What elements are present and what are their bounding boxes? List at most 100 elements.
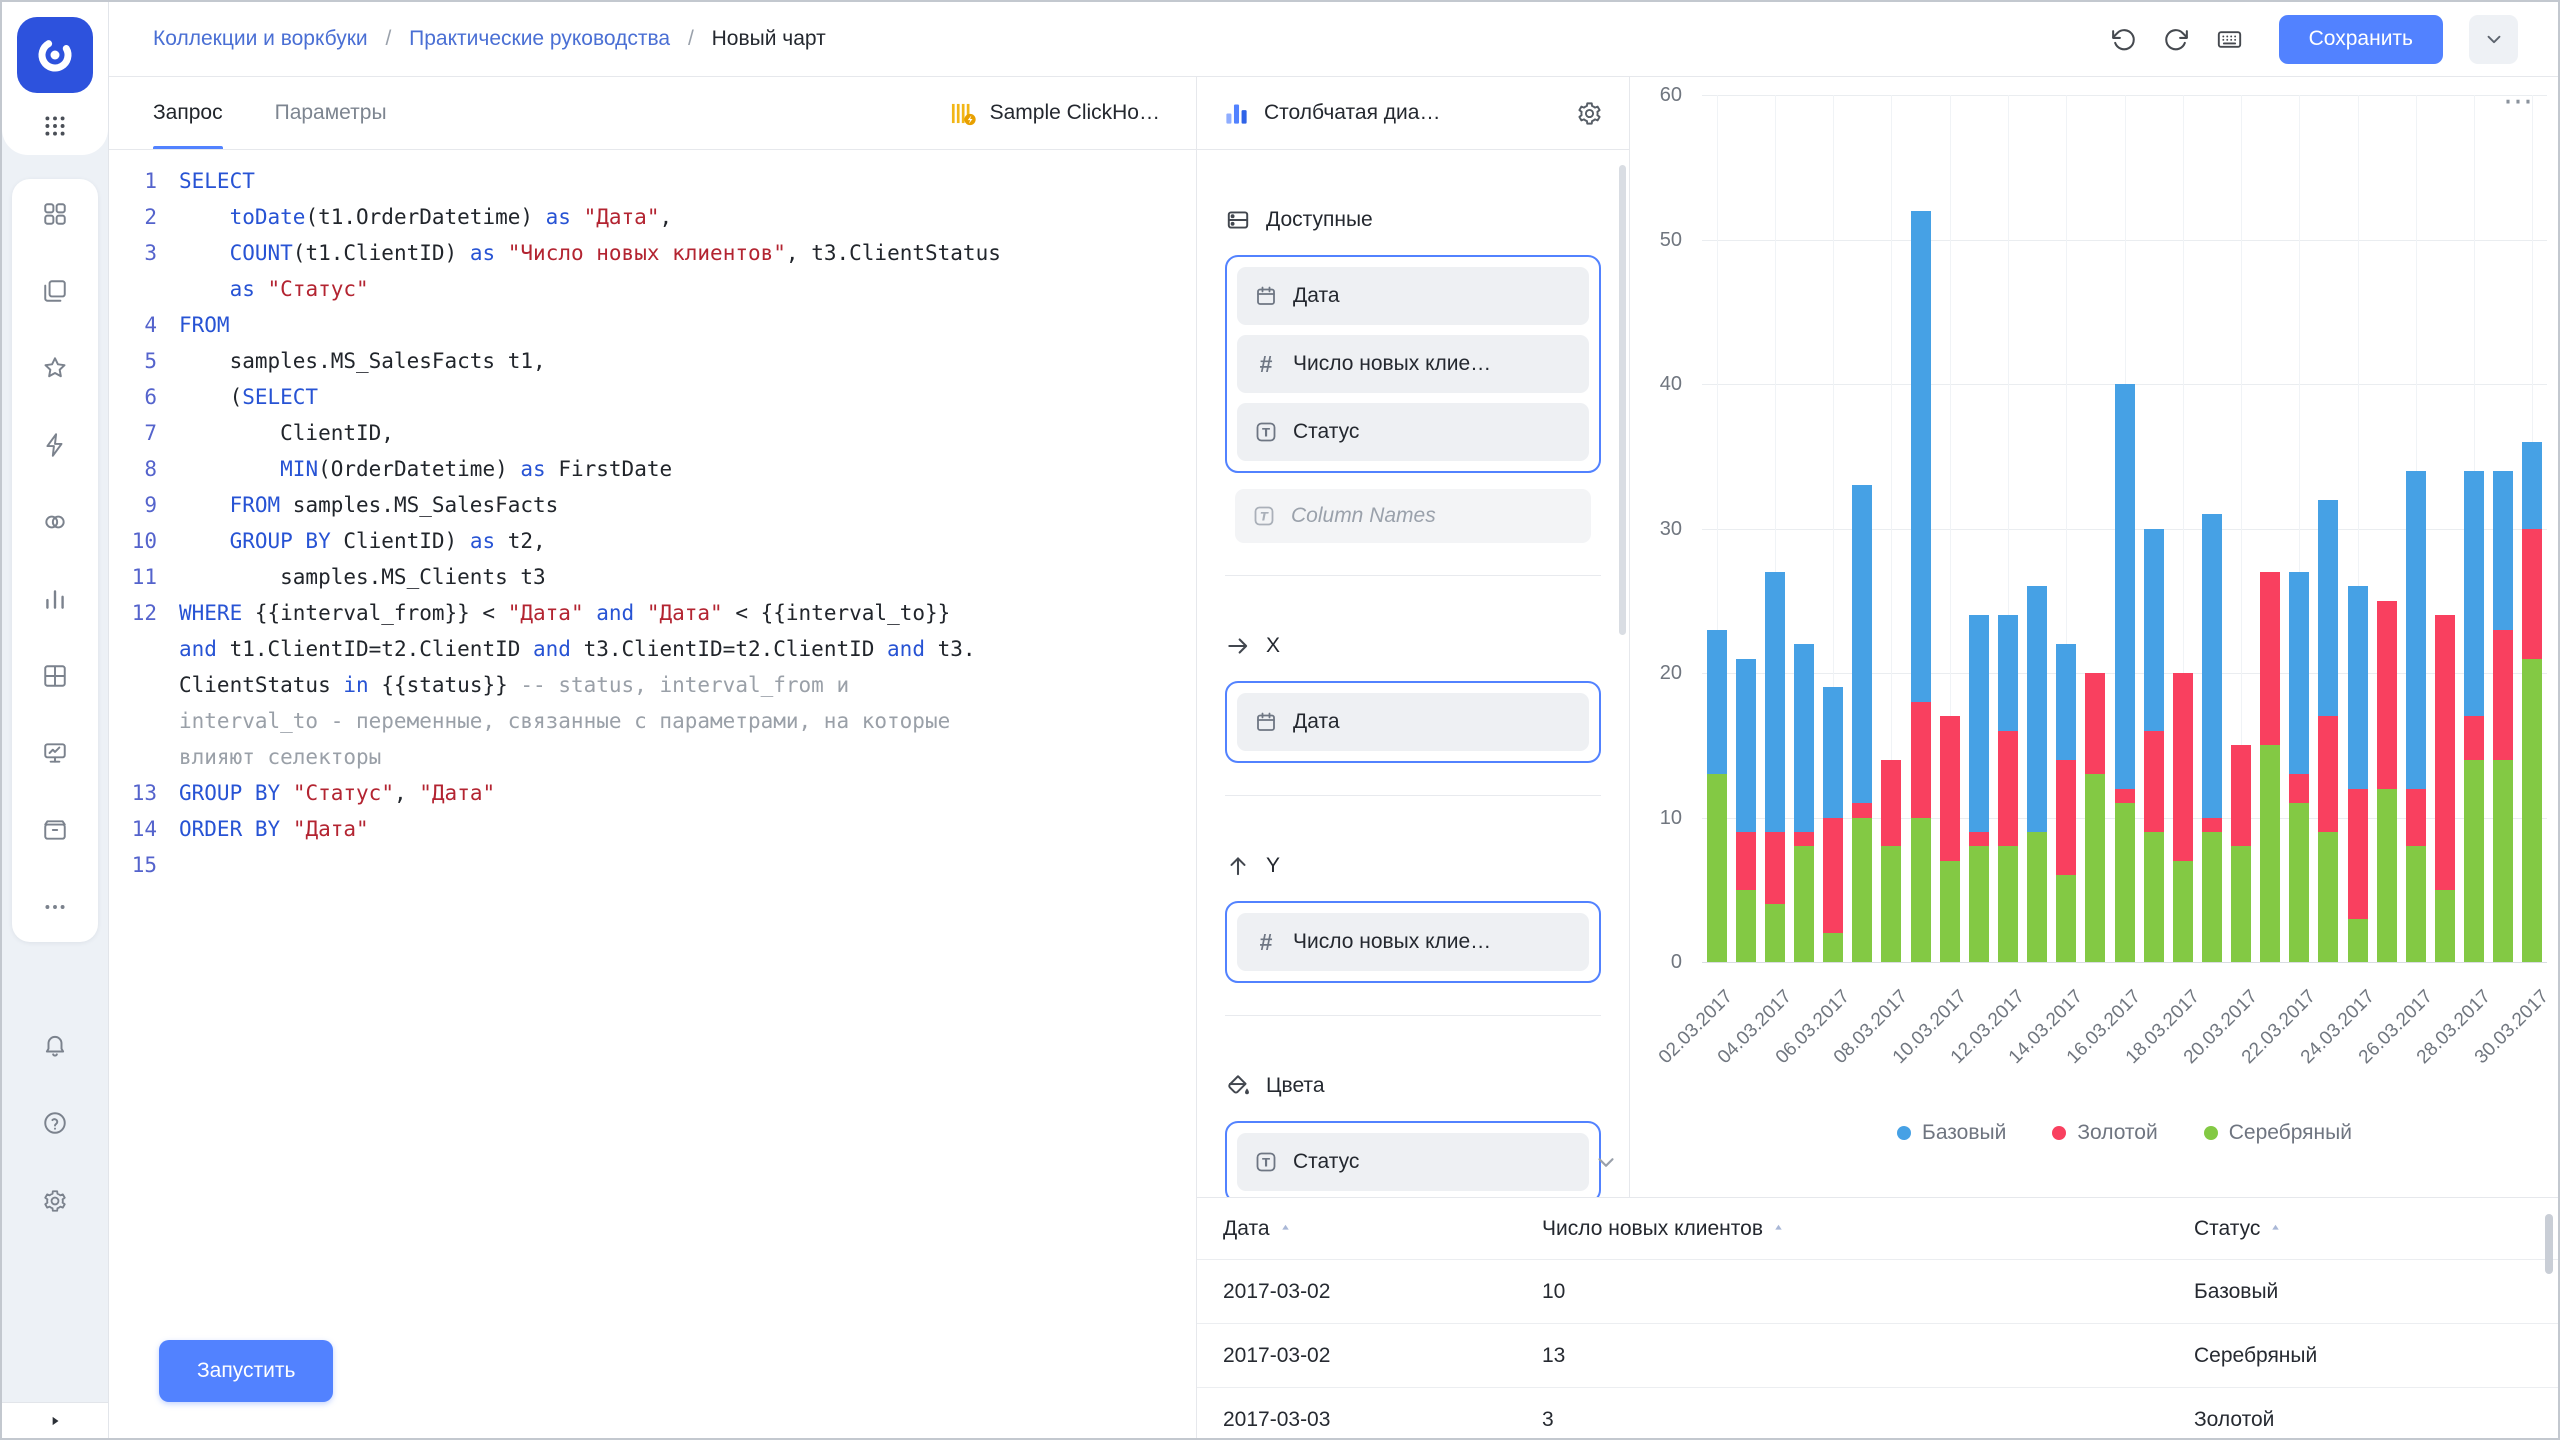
bar-segment[interactable] bbox=[1707, 630, 1727, 775]
sidebar-expand-button[interactable] bbox=[2, 1402, 108, 1438]
breadcrumb-collections[interactable]: Коллекции и воркбуки bbox=[153, 27, 368, 50]
scroll-down-chevron-icon[interactable] bbox=[1593, 1149, 1619, 1175]
bar-segment[interactable] bbox=[1940, 861, 1960, 962]
bar-segment[interactable] bbox=[1998, 731, 2018, 847]
bar-segment[interactable] bbox=[2435, 615, 2455, 890]
bar-segment[interactable] bbox=[1881, 760, 1901, 847]
bar-segment[interactable] bbox=[1881, 846, 1901, 962]
more-ellipsis-icon[interactable] bbox=[42, 894, 68, 920]
bar-segment[interactable] bbox=[2202, 832, 2222, 962]
notifications-bell-icon[interactable] bbox=[42, 1032, 68, 1058]
bar-segment[interactable] bbox=[2231, 846, 2251, 962]
save-dropdown-button[interactable] bbox=[2469, 15, 2518, 64]
x-field-pill[interactable]: Дата bbox=[1237, 693, 1589, 751]
bar-segment[interactable] bbox=[2406, 846, 2426, 962]
chart-settings-gear-icon[interactable] bbox=[1576, 100, 1603, 127]
bar-segment[interactable] bbox=[1823, 933, 1843, 962]
bar-segment[interactable] bbox=[2056, 875, 2076, 962]
bar-segment[interactable] bbox=[1794, 846, 1814, 962]
bar-segment[interactable] bbox=[1765, 572, 1785, 832]
bar-segment[interactable] bbox=[2377, 601, 2397, 789]
bar-segment[interactable] bbox=[2522, 659, 2542, 962]
column-header-status[interactable]: Статус bbox=[2194, 1217, 2558, 1241]
workbooks-icon[interactable] bbox=[42, 278, 68, 304]
bar-segment[interactable] bbox=[2144, 529, 2164, 731]
bar-segment[interactable] bbox=[2144, 832, 2164, 962]
bar-segment[interactable] bbox=[1736, 890, 1756, 962]
bar-segment[interactable] bbox=[2027, 832, 2047, 962]
bar-segment[interactable] bbox=[2231, 745, 2251, 846]
help-icon[interactable] bbox=[42, 1110, 68, 1136]
legend-item[interactable]: Базовый bbox=[1897, 1121, 2006, 1145]
bar-segment[interactable] bbox=[2056, 760, 2076, 876]
bar-segment[interactable] bbox=[2318, 832, 2338, 962]
favorites-star-icon[interactable] bbox=[42, 355, 68, 381]
bar-segment[interactable] bbox=[2318, 716, 2338, 832]
field-pill-status[interactable]: T Статус bbox=[1237, 403, 1589, 461]
bar-segment[interactable] bbox=[2260, 572, 2280, 745]
bar-segment[interactable] bbox=[2522, 529, 2542, 659]
bar-segment[interactable] bbox=[2464, 716, 2484, 759]
datalens-logo-icon[interactable] bbox=[17, 17, 93, 93]
bar-segment[interactable] bbox=[1940, 716, 1960, 861]
services-circles-icon[interactable] bbox=[42, 509, 68, 535]
bar-segment[interactable] bbox=[2289, 803, 2309, 962]
bar-segment[interactable] bbox=[2377, 789, 2397, 962]
bar-segment[interactable] bbox=[1969, 615, 1989, 832]
tab-query[interactable]: Запрос bbox=[153, 77, 223, 149]
y-field-pill[interactable]: # Число новых клие… bbox=[1237, 913, 1589, 971]
bar-segment[interactable] bbox=[2173, 673, 2193, 861]
tab-parameters[interactable]: Параметры bbox=[275, 77, 387, 149]
bar-segment[interactable] bbox=[2348, 586, 2368, 788]
storage-box-icon[interactable] bbox=[42, 817, 68, 843]
bar-segment[interactable] bbox=[2318, 500, 2338, 717]
bar-segment[interactable] bbox=[2348, 789, 2368, 919]
connections-zap-icon[interactable] bbox=[42, 432, 68, 458]
bar-segment[interactable] bbox=[1852, 818, 1872, 963]
bar-segment[interactable] bbox=[2348, 919, 2368, 962]
bar-segment[interactable] bbox=[2406, 471, 2426, 789]
bar-segment[interactable] bbox=[1823, 818, 1843, 934]
bar-segment[interactable] bbox=[2464, 760, 2484, 962]
config-scrollbar[interactable] bbox=[1619, 165, 1626, 635]
sql-editor[interactable]: 1SELECT2 toDate(t1.OrderDatetime) as "Да… bbox=[109, 150, 1196, 883]
bar-segment[interactable] bbox=[1765, 832, 1785, 904]
bar-chart-type-icon[interactable] bbox=[1223, 100, 1250, 127]
field-placeholder-pill[interactable]: T Column Names bbox=[1235, 489, 1591, 543]
bar-segment[interactable] bbox=[1911, 702, 1931, 818]
bar-segment[interactable] bbox=[2493, 630, 2513, 760]
bar-segment[interactable] bbox=[2085, 673, 2105, 774]
bar-segment[interactable] bbox=[1736, 659, 1756, 832]
bar-segment[interactable] bbox=[2202, 514, 2222, 817]
save-button[interactable]: Сохранить bbox=[2279, 15, 2443, 64]
legend-item[interactable]: Золотой bbox=[2052, 1121, 2157, 1145]
field-pill-date[interactable]: Дата bbox=[1237, 267, 1589, 325]
bar-segment[interactable] bbox=[1998, 846, 2018, 962]
bar-segment[interactable] bbox=[1823, 687, 1843, 817]
chart-type-label[interactable]: Столбчатая диа… bbox=[1264, 101, 1440, 125]
bar-segment[interactable] bbox=[1794, 644, 1814, 832]
bar-segment[interactable] bbox=[1707, 774, 1727, 962]
connection-chip[interactable]: Sample ClickHo… bbox=[949, 77, 1160, 149]
settings-gear-icon[interactable] bbox=[42, 1188, 68, 1214]
bar-segment[interactable] bbox=[2173, 861, 2193, 962]
bar-segment[interactable] bbox=[1911, 211, 1931, 702]
table-scrollbar[interactable] bbox=[2545, 1214, 2553, 1274]
field-pill-new-clients[interactable]: # Число новых клие… bbox=[1237, 335, 1589, 393]
bar-segment[interactable] bbox=[2056, 644, 2076, 760]
breadcrumb-guides[interactable]: Практические руководства bbox=[409, 27, 670, 50]
bar-segment[interactable] bbox=[2260, 745, 2280, 962]
bar-segment[interactable] bbox=[2027, 586, 2047, 832]
bar-segment[interactable] bbox=[1852, 485, 1872, 803]
column-header-new-clients[interactable]: Число новых клиентов bbox=[1542, 1217, 2194, 1241]
apps-grid-icon[interactable] bbox=[42, 113, 68, 139]
bar-segment[interactable] bbox=[2144, 731, 2164, 832]
widgets-icon[interactable] bbox=[42, 201, 68, 227]
bar-segment[interactable] bbox=[2464, 471, 2484, 717]
bar-segment[interactable] bbox=[2493, 760, 2513, 962]
bar-segment[interactable] bbox=[2522, 442, 2542, 529]
datasets-grid-icon[interactable] bbox=[42, 663, 68, 689]
bar-segment[interactable] bbox=[2289, 572, 2309, 774]
legend-item[interactable]: Серебряный bbox=[2204, 1121, 2352, 1145]
bar-segment[interactable] bbox=[2115, 789, 2135, 803]
